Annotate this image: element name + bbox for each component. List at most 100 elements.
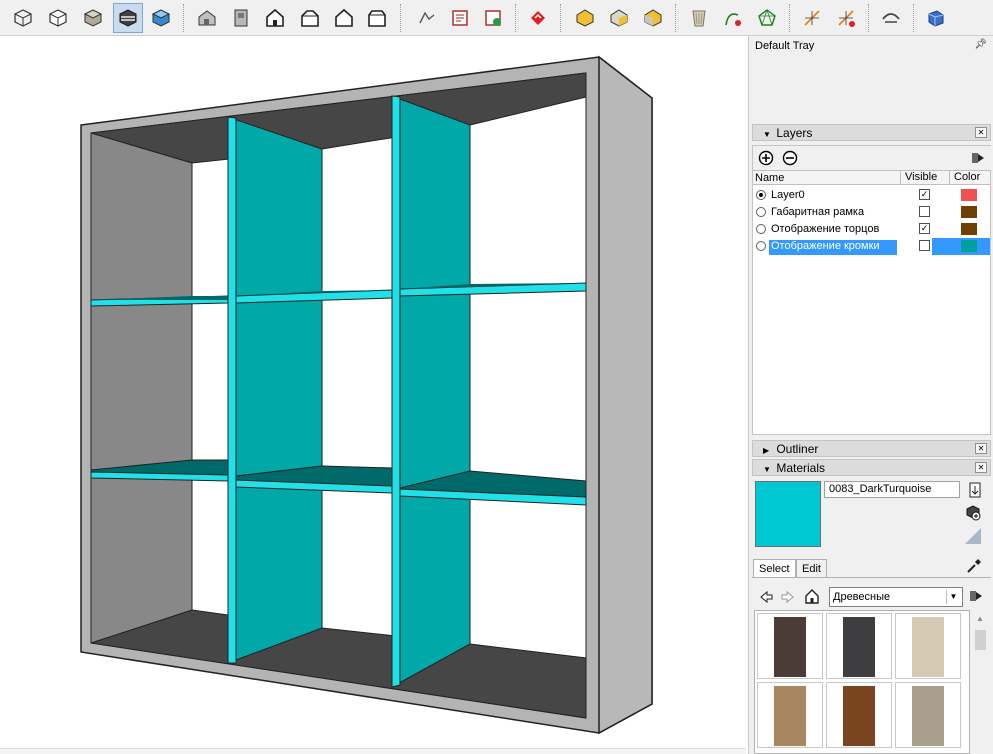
active-layer-radio[interactable]: [756, 241, 766, 251]
pin-icon[interactable]: 📌︎: [974, 39, 987, 50]
axes-tool-alt-icon[interactable]: [831, 3, 861, 33]
material-preview-swatch[interactable]: [755, 481, 821, 547]
scroll-up-icon[interactable]: ▲: [976, 614, 984, 623]
create-material-icon[interactable]: [964, 503, 982, 521]
layers-panel-title: Layers: [776, 126, 813, 140]
axes-tool-icon[interactable]: [797, 3, 827, 33]
main-toolbar: [0, 0, 993, 36]
layer-name[interactable]: Layer0: [769, 189, 807, 204]
x-ray-style-icon[interactable]: [8, 3, 38, 33]
layer-name[interactable]: Отображение кромки: [769, 240, 897, 255]
sandbox-tool-icon[interactable]: [412, 3, 442, 33]
material-tile[interactable]: [757, 682, 823, 748]
home-icon[interactable]: [803, 587, 821, 605]
model-viewport[interactable]: [0, 36, 746, 754]
layers-toolbar: [753, 146, 992, 170]
materials-panel-header[interactable]: ▼ Materials ✕: [752, 459, 991, 476]
material-library-select[interactable]: Древесные ▼: [829, 587, 963, 607]
visible-checkbox[interactable]: [919, 206, 930, 217]
layer-row[interactable]: Габаритная рамка: [753, 204, 990, 221]
expand-triangle-icon: ▶: [763, 446, 770, 455]
layer-name[interactable]: Отображение торцов: [769, 223, 881, 238]
material-tile[interactable]: [757, 613, 823, 679]
left-view-icon[interactable]: [362, 3, 392, 33]
visible-checkbox[interactable]: ✓: [919, 223, 930, 234]
follow-me-icon[interactable]: [876, 3, 906, 33]
default-tray: Default Tray 📌︎ ▼ Layers ✕ Name Visible …: [748, 36, 993, 754]
top-view-icon[interactable]: [226, 3, 256, 33]
library-details-icon[interactable]: [967, 587, 985, 605]
back-arrow-icon[interactable]: [757, 588, 775, 606]
solid-union-icon[interactable]: [570, 3, 600, 33]
right-view-icon[interactable]: [295, 3, 325, 33]
curve-tool-icon[interactable]: [718, 3, 748, 33]
solid-subtract-icon[interactable]: [604, 3, 634, 33]
layers-panel-header[interactable]: ▼ Layers ✕: [752, 124, 991, 141]
plugin-red-icon[interactable]: [523, 3, 553, 33]
sample-paint-icon[interactable]: [964, 527, 982, 545]
column-color[interactable]: Color: [949, 171, 990, 184]
material-tile[interactable]: [895, 613, 961, 679]
material-tile[interactable]: [895, 682, 961, 748]
solid-trim-icon[interactable]: [638, 3, 668, 33]
wood-texture: [843, 617, 875, 677]
column-name[interactable]: Name: [755, 172, 784, 184]
shelving-unit-model: [80, 55, 653, 735]
layer-row[interactable]: Отображение торцов ✓: [753, 221, 990, 238]
layers-panel: Name Visible Color Layer0 ✓ Габаритная р…: [752, 145, 992, 435]
wood-texture: [912, 617, 944, 677]
sketchup-window: Default Tray 📌︎ ▼ Layers ✕ Name Visible …: [0, 0, 993, 754]
front-view-icon[interactable]: [260, 3, 290, 33]
texture-tool-icon[interactable]: [684, 3, 714, 33]
material-swatch-grid: [754, 610, 970, 754]
active-layer-radio[interactable]: [756, 224, 766, 234]
delete-layer-icon[interactable]: [781, 149, 799, 167]
column-visible[interactable]: Visible: [900, 171, 948, 184]
layer-color-swatch[interactable]: [961, 223, 977, 235]
active-layer-radio[interactable]: [756, 207, 766, 217]
close-icon[interactable]: ✕: [975, 443, 987, 454]
close-icon[interactable]: ✕: [975, 462, 987, 473]
visible-checkbox[interactable]: [919, 240, 930, 251]
visible-checkbox[interactable]: ✓: [919, 189, 930, 200]
report-tool-icon[interactable]: [445, 3, 475, 33]
layers-details-icon[interactable]: [969, 149, 987, 167]
wood-texture: [843, 686, 875, 746]
active-layer-radio[interactable]: [756, 190, 766, 200]
materials-panel: 0083_DarkTurquoise Select Edit Древесные…: [752, 477, 991, 754]
outliner-panel-header[interactable]: ▶ Outliner ✕: [752, 440, 991, 457]
shaded-with-textures-style-icon[interactable]: [146, 3, 176, 33]
wireframe-style-icon[interactable]: [43, 3, 73, 33]
section-cube-icon[interactable]: [921, 3, 951, 33]
hidden-line-style-icon[interactable]: [78, 3, 108, 33]
tab-edit[interactable]: Edit: [796, 559, 827, 578]
report-export-icon[interactable]: [478, 3, 508, 33]
forward-arrow-icon[interactable]: [779, 588, 797, 606]
wood-texture: [912, 686, 944, 746]
wood-texture: [774, 686, 806, 746]
iso-view-icon[interactable]: [192, 3, 222, 33]
layer-row-selected[interactable]: Отображение кромки: [753, 238, 990, 255]
layer-color-swatch[interactable]: [961, 189, 977, 201]
tab-select[interactable]: Select: [753, 559, 796, 578]
layer-name[interactable]: Габаритная рамка: [769, 206, 866, 221]
shaded-style-icon[interactable]: [113, 3, 143, 33]
back-view-icon[interactable]: [329, 3, 359, 33]
material-grid-scrollbar[interactable]: ▲: [972, 610, 989, 754]
wood-texture: [774, 617, 806, 677]
scrollbar-thumb[interactable]: [975, 630, 986, 650]
layers-table-header: Name Visible Color: [753, 170, 990, 185]
layer-row[interactable]: Layer0 ✓: [753, 187, 990, 204]
layer-color-swatch[interactable]: [961, 206, 977, 218]
layer-color-swatch[interactable]: [961, 240, 977, 252]
close-icon[interactable]: ✕: [975, 127, 987, 138]
display-secondary-pane-icon[interactable]: [966, 481, 984, 499]
shape-tool-icon[interactable]: [752, 3, 782, 33]
eyedropper-icon[interactable]: [965, 557, 983, 575]
chevron-down-icon[interactable]: ▼: [946, 590, 960, 604]
material-tile[interactable]: [826, 682, 892, 748]
add-layer-icon[interactable]: [757, 149, 775, 167]
material-tile[interactable]: [826, 613, 892, 679]
material-name-field[interactable]: 0083_DarkTurquoise: [824, 481, 960, 498]
collapse-triangle-icon: ▼: [763, 465, 771, 474]
